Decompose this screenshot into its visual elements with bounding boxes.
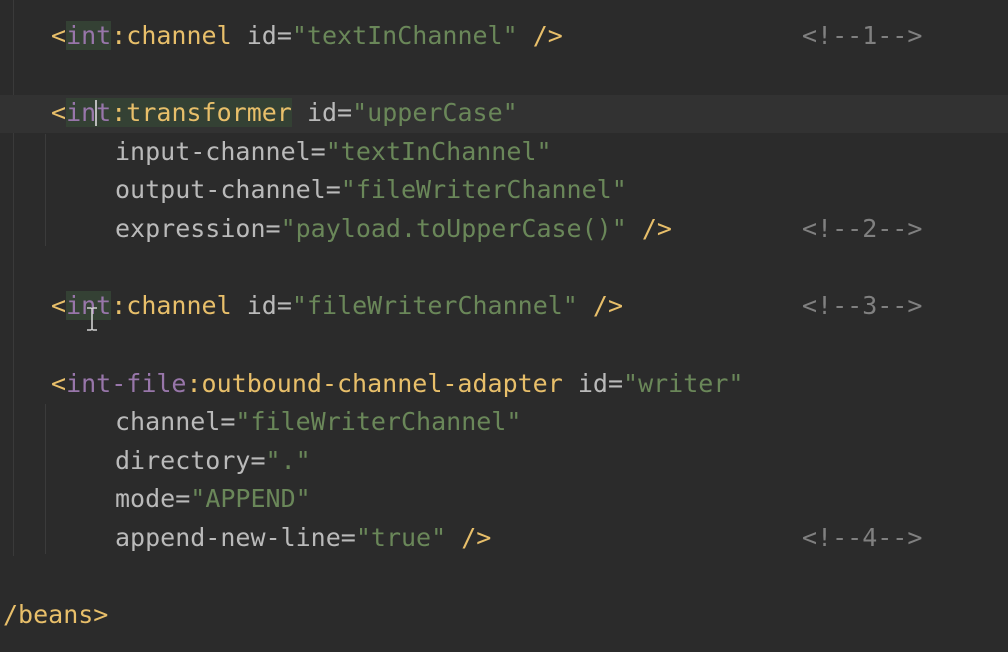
code-line-5[interactable]: expression="payload.toUpperCase()" /> [115, 210, 672, 248]
tag-name: transformer [126, 98, 292, 127]
tag-bracket: < [51, 369, 67, 398]
attribute-name: channel [115, 407, 221, 436]
tag-colon: : [186, 369, 202, 398]
attribute-value: "payload.toUpperCase()" [280, 214, 627, 243]
tag-name: channel [126, 21, 232, 50]
equals-sign: = [310, 137, 326, 166]
code-line-3[interactable]: input-channel="textInChannel" [115, 133, 552, 171]
tag-namespace: int-file [66, 369, 187, 398]
indent-guide [45, 134, 46, 246]
code-line-2[interactable]: <int:transformer id="upperCase" [51, 94, 518, 132]
code-line-10[interactable]: mode="APPEND" [115, 480, 311, 518]
equals-sign: = [276, 21, 292, 50]
attribute-name: id [246, 291, 277, 320]
tag-bracket: < [51, 98, 67, 127]
tag-bracket: < [51, 291, 67, 320]
code-line-1[interactable]: <int:channel id="textInChannel" /> [51, 17, 563, 55]
code-editor[interactable]: <int:channel id="textInChannel" /> <!--1… [0, 0, 1008, 652]
text-ibeam-cursor-icon [87, 307, 97, 331]
tag-namespace: int [66, 21, 112, 50]
code-line-4[interactable]: output-channel="fileWriterChannel" [115, 171, 627, 209]
tag-bracket: < [51, 21, 67, 50]
equals-sign: = [220, 407, 236, 436]
comment-marker-1: <!--1--> [802, 21, 923, 50]
attribute-name: output-channel [115, 175, 326, 204]
code-line-8[interactable]: channel="fileWriterChannel" [115, 403, 521, 441]
equals-sign: = [325, 175, 341, 204]
attribute-name: input-channel [115, 137, 311, 166]
tag-colon: : [111, 21, 127, 50]
attribute-value: "." [265, 446, 311, 475]
code-line-12[interactable]: /beans> [3, 596, 108, 634]
closing-beans-tag: /beans> [3, 600, 109, 629]
comment-marker-4: <!--4--> [802, 523, 923, 552]
attribute-value: "upperCase" [352, 98, 518, 127]
attribute-value: "fileWriterChannel" [340, 175, 627, 204]
attribute-value: "true" [355, 523, 447, 552]
gutter-border [13, 0, 14, 556]
attribute-name: id [577, 369, 608, 398]
tag-name: channel [126, 291, 232, 320]
attribute-name: append-new-line [115, 523, 341, 552]
attribute-value: "writer" [623, 369, 744, 398]
equals-sign: = [175, 484, 191, 513]
attribute-name: expression [115, 214, 266, 243]
tag-close: /> [446, 523, 492, 552]
attribute-value: "APPEND" [190, 484, 311, 513]
equals-sign: = [340, 523, 356, 552]
attribute-name: id [306, 98, 338, 127]
code-line-9[interactable]: directory="." [115, 442, 311, 480]
tag-name: outbound-channel-adapter [201, 369, 563, 398]
tag-close: /> [626, 214, 672, 243]
tag-close: /> [577, 291, 624, 320]
code-line-11[interactable]: append-new-line="true" /> [115, 519, 491, 557]
indent-guide [45, 404, 46, 554]
tag-namespace: in [66, 98, 97, 127]
attribute-value: "textInChannel" [325, 137, 552, 166]
comment-marker-3: <!--3--> [802, 291, 923, 320]
equals-sign: = [337, 98, 353, 127]
tag-close: /> [517, 21, 563, 50]
equals-sign: = [250, 446, 266, 475]
attribute-value: "fileWriterChannel" [291, 291, 578, 320]
attribute-value: "textInChannel" [291, 21, 518, 50]
code-line-7[interactable]: <int-file:outbound-channel-adapter id="w… [51, 365, 743, 403]
equals-sign: = [276, 291, 292, 320]
tag-namespace: t [96, 98, 112, 127]
attribute-name: directory [115, 446, 251, 475]
equals-sign: = [607, 369, 624, 398]
tag-colon: : [111, 98, 127, 127]
attribute-value: "fileWriterChannel" [235, 407, 522, 436]
comment-marker-2: <!--2--> [802, 214, 923, 243]
tag-colon: : [111, 291, 127, 320]
code-line-6[interactable]: <int:channel id="fileWriterChannel" /> [51, 287, 623, 325]
attribute-name: mode [115, 484, 176, 513]
attribute-name: id [246, 21, 277, 50]
equals-sign: = [265, 214, 281, 243]
